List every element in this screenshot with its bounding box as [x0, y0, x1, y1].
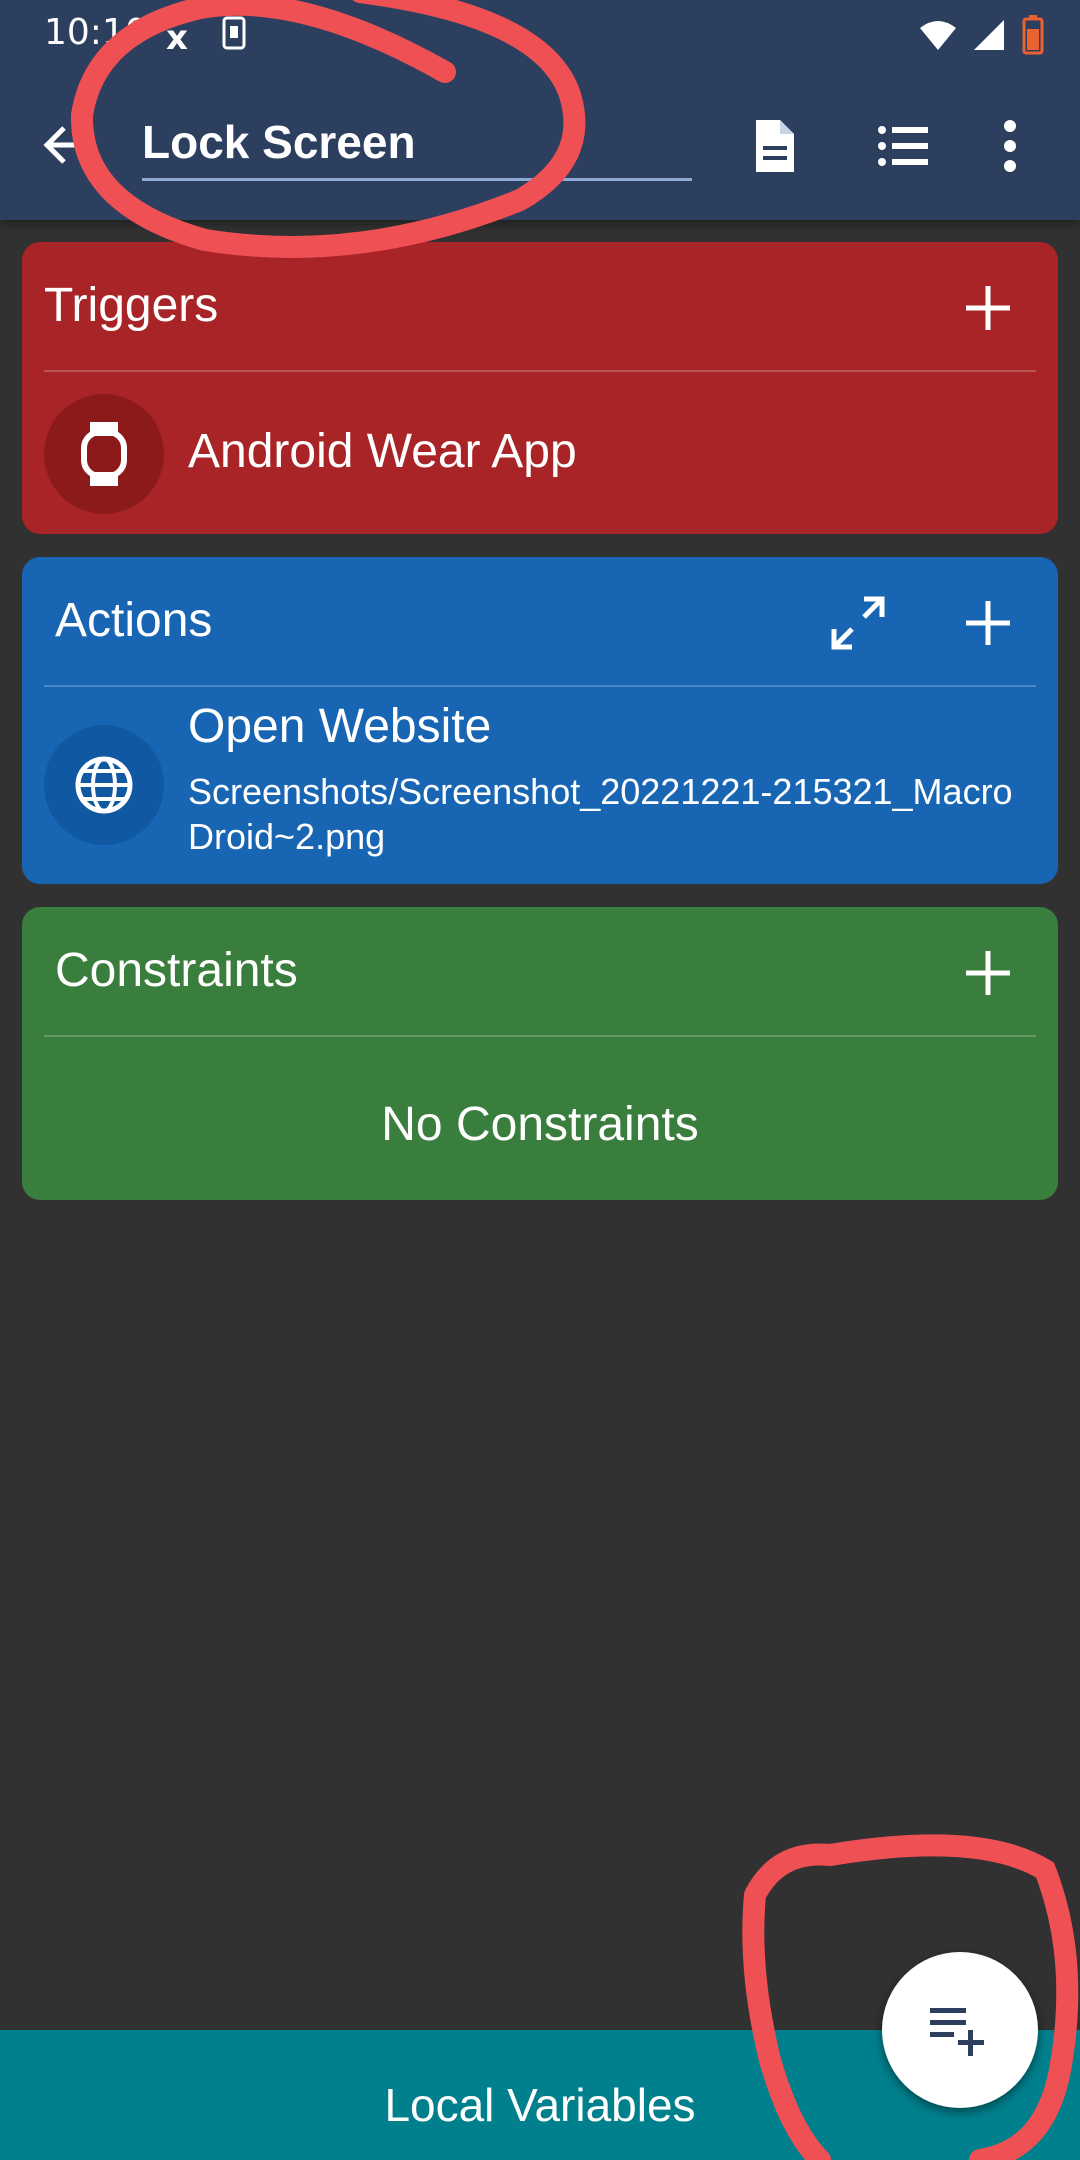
expand-icon[interactable]	[830, 595, 886, 651]
watch-icon	[44, 394, 164, 514]
macro-name-text: Lock Screen	[142, 116, 416, 168]
actions-card: Actions Open Website Screenshots/Screens…	[22, 557, 1058, 884]
more-vert-icon[interactable]	[990, 116, 1030, 176]
action-label: Open Website	[188, 700, 492, 753]
document-icon[interactable]	[744, 116, 804, 176]
status-time: 10:10	[44, 12, 148, 53]
wifi-icon	[920, 21, 956, 50]
status-icons	[918, 12, 1044, 58]
sim-card-icon	[222, 16, 246, 50]
triggers-header: Triggers	[22, 242, 1058, 372]
no-constraints-text: No Constraints	[381, 1098, 699, 1151]
constraints-card: Constraints No Constraints	[22, 907, 1058, 1200]
globe-icon	[44, 725, 164, 845]
trigger-label: Android Wear App	[188, 425, 577, 478]
divider	[44, 1035, 1036, 1037]
add-trigger-plus-icon[interactable]	[960, 280, 1016, 336]
action-detail: Screenshots/Screenshot_20221221-215321_M…	[188, 771, 1013, 857]
constraints-title: Constraints	[55, 944, 298, 997]
status-misc-icon: x	[166, 18, 188, 58]
triggers-card: Triggers Android Wear App	[22, 242, 1058, 534]
triggers-title: Triggers	[44, 279, 219, 332]
status-bar: 10:10 x	[0, 0, 1080, 70]
macro-name-field[interactable]: Lock Screen	[142, 108, 692, 181]
add-constraint-plus-icon[interactable]	[960, 945, 1016, 1001]
trigger-item[interactable]: Android Wear App	[22, 372, 1058, 532]
actions-header: Actions	[22, 557, 1058, 687]
battery-icon	[1022, 15, 1044, 55]
playlist-add-icon	[930, 2008, 984, 2056]
add-fab-button[interactable]	[882, 1952, 1038, 2108]
back-arrow-icon[interactable]	[40, 120, 90, 170]
list-icon[interactable]	[872, 116, 932, 176]
action-item[interactable]: Open Website Screenshots/Screenshot_2022…	[22, 687, 1058, 882]
constraints-header: Constraints	[22, 907, 1058, 1037]
app-bar: Lock Screen	[0, 70, 1080, 220]
signal-icon	[974, 20, 1004, 50]
actions-title: Actions	[55, 594, 213, 647]
add-action-plus-icon[interactable]	[960, 595, 1016, 651]
